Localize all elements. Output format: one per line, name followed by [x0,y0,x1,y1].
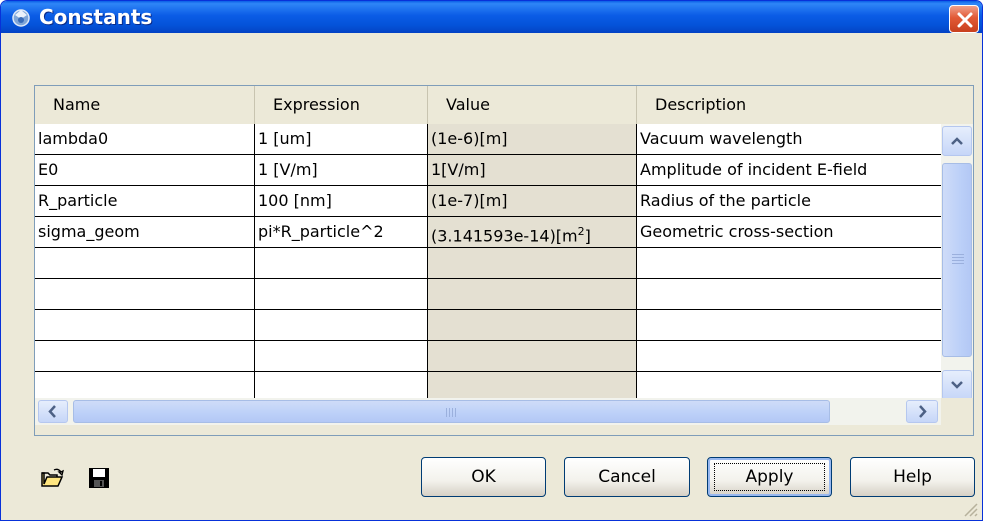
table-row: R_particle 100 [nm] (1e-7)[m] Radius of … [35,186,941,217]
window-title: Constants [39,5,153,29]
floppy-disk-icon [89,468,109,488]
name-cell[interactable] [35,248,255,279]
name-cell[interactable] [35,279,255,310]
value-suffix: ] [584,226,591,246]
close-icon [957,12,973,28]
thumb-grip-line [952,257,964,258]
chevron-up-icon [951,137,963,145]
description-cell[interactable] [637,248,941,279]
expression-cell[interactable] [255,341,428,372]
app-logo-icon [12,9,30,27]
thumb-grip-line [452,408,453,417]
column-header-expression[interactable]: Expression [255,86,428,124]
ok-button[interactable]: OK [421,457,546,497]
expression-cell[interactable] [255,248,428,279]
title-bar[interactable]: Constants [1,1,982,33]
close-button[interactable] [949,5,979,33]
expression-cell[interactable]: 1 [V/m] [255,155,428,186]
constants-dialog: Constants Name Expression Value Descript… [0,0,983,521]
column-header-description[interactable]: Description [637,86,973,124]
value-cell: (1e-7)[m] [428,186,637,217]
column-header-name[interactable]: Name [35,86,255,124]
horizontal-scroll-thumb[interactable] [73,400,830,423]
table-row: E0 1 [V/m] 1[V/m] Amplitude of incident … [35,155,941,186]
thumb-grip-line [952,254,964,255]
expression-cell[interactable]: 100 [nm] [255,186,428,217]
name-cell[interactable]: sigma_geom [35,217,255,248]
value-cell [428,248,637,279]
thumb-grip-line [952,260,964,261]
cancel-button[interactable]: Cancel [564,457,690,497]
value-cell [428,310,637,341]
value-cell [428,279,637,310]
expression-cell[interactable]: pi*R_particle^2 [255,217,428,248]
thumb-grip-line [455,408,456,417]
constants-table: Name Expression Value Description lambda… [34,85,974,436]
value-exponent: 2 [577,225,585,238]
apply-button[interactable]: Apply [707,457,832,497]
table-row [35,310,941,341]
table-row [35,248,941,279]
table-row: lambda0 1 [um] (1e-6)[m] Vacuum waveleng… [35,124,941,155]
expression-cell[interactable] [255,310,428,341]
description-cell[interactable] [637,341,941,372]
description-cell[interactable]: Radius of the particle [637,186,941,217]
save-file-button[interactable] [88,467,112,489]
description-cell[interactable]: Geometric cross-section [637,217,941,248]
name-cell[interactable]: E0 [35,155,255,186]
column-header-value[interactable]: Value [428,86,637,124]
table-row [35,341,941,372]
table-row [35,279,941,310]
help-button[interactable]: Help [850,457,975,497]
expression-cell[interactable]: 1 [um] [255,124,428,155]
chevron-right-icon [919,405,927,418]
name-cell[interactable] [35,310,255,341]
description-cell[interactable] [637,279,941,310]
value-cell: 1[V/m] [428,155,637,186]
apply-button-label: Apply [745,467,794,487]
name-cell[interactable]: lambda0 [35,124,255,155]
table-header: Name Expression Value Description [35,86,973,124]
value-cell: (1e-6)[m] [428,124,637,155]
description-cell[interactable] [637,310,941,341]
open-file-button[interactable] [40,467,64,489]
name-cell[interactable] [35,341,255,372]
scroll-left-button[interactable] [38,400,68,423]
folder-open-icon [41,468,64,487]
name-cell[interactable]: R_particle [35,186,255,217]
chevron-left-icon [48,405,56,418]
description-cell[interactable]: Vacuum wavelength [637,124,941,155]
scroll-down-button[interactable] [942,370,972,400]
table-body: lambda0 1 [um] (1e-6)[m] Vacuum waveleng… [35,124,941,419]
thumb-grip-line [952,263,964,264]
scrollbar-corner [941,398,973,425]
vertical-scrollbar[interactable] [941,124,973,419]
value-text: (3.141593e-14)[m [431,226,578,246]
description-cell[interactable]: Amplitude of incident E-field [637,155,941,186]
value-cell [428,341,637,372]
horizontal-scrollbar[interactable] [35,398,941,425]
thumb-grip-line [449,408,450,417]
chevron-down-icon [951,381,963,389]
expression-cell[interactable] [255,279,428,310]
value-cell: (3.141593e-14)[m2] [428,217,637,248]
scroll-right-button[interactable] [906,400,938,423]
vertical-scroll-thumb[interactable] [942,163,972,357]
table-row: sigma_geom pi*R_particle^2 (3.141593e-14… [35,217,941,248]
scroll-up-button[interactable] [942,126,972,156]
thumb-grip-line [446,408,447,417]
resize-grip-icon[interactable] [961,500,979,518]
